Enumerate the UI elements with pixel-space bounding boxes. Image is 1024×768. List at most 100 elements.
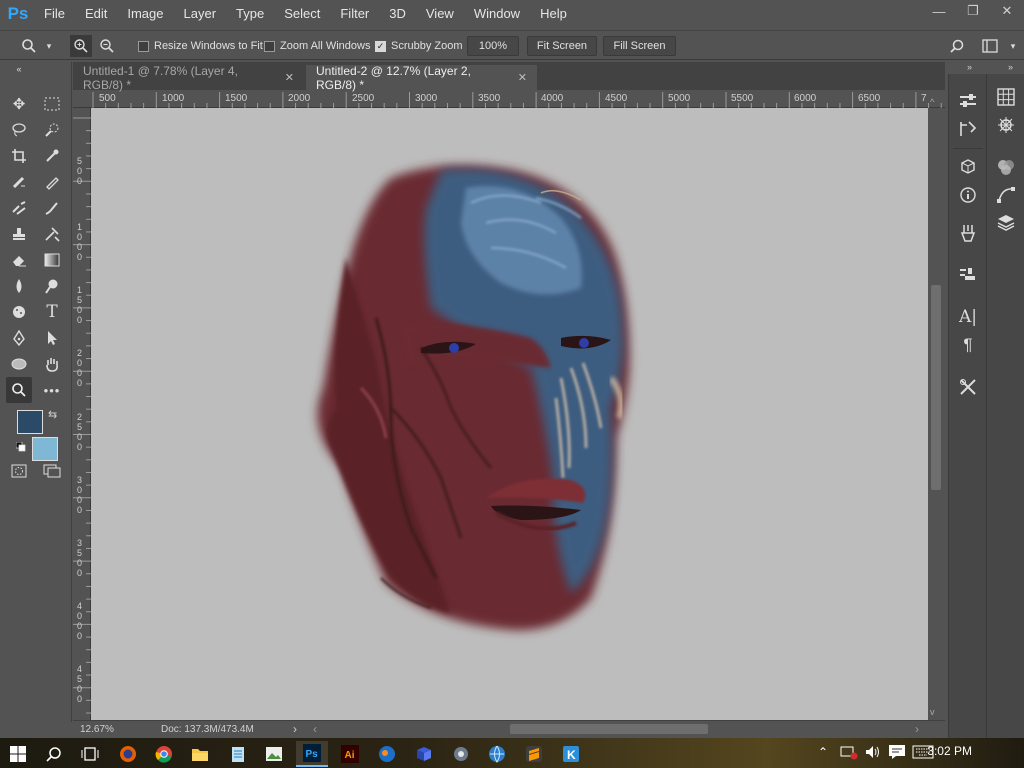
search-icon[interactable] bbox=[38, 741, 70, 767]
chevron-down-icon[interactable]: ▾ bbox=[38, 35, 60, 57]
tab-untitled-1[interactable]: Untitled-1 @ 7.78% (Layer 4, RGB/8) * ✕ bbox=[73, 64, 304, 92]
checkbox-box[interactable] bbox=[138, 40, 149, 52]
file-explorer-icon[interactable] bbox=[184, 741, 216, 767]
zoom-all-checkbox[interactable]: Zoom All Windows bbox=[264, 36, 370, 56]
illustrator-icon[interactable]: Ai bbox=[334, 741, 366, 767]
healing-brush-tool-icon[interactable] bbox=[6, 169, 32, 195]
clone-stamp-tool-icon[interactable] bbox=[6, 195, 32, 221]
info-icon[interactable] bbox=[954, 182, 982, 208]
scroll-left-icon[interactable]: ‹ bbox=[313, 722, 317, 736]
hand-tool-icon[interactable] bbox=[39, 351, 65, 377]
marquee-tool-icon[interactable] bbox=[39, 91, 65, 117]
notepad-icon[interactable] bbox=[222, 741, 254, 767]
history-brush-tool-icon[interactable] bbox=[39, 195, 65, 221]
checkbox-box[interactable] bbox=[264, 40, 275, 52]
scrubby-zoom-checkbox[interactable]: ✓ Scrubby Zoom bbox=[375, 36, 463, 56]
app-icon-k[interactable]: K bbox=[555, 741, 587, 767]
menu-image[interactable]: Image bbox=[117, 0, 173, 28]
menu-view[interactable]: View bbox=[416, 0, 464, 28]
character-icon[interactable]: A| bbox=[954, 304, 982, 330]
image-viewer-icon[interactable] bbox=[258, 741, 290, 767]
ellipse-tool-icon[interactable] bbox=[6, 351, 32, 377]
adjustments-icon[interactable] bbox=[992, 154, 1020, 180]
zoom-tool-icon[interactable] bbox=[6, 377, 32, 403]
paths-icon[interactable] bbox=[992, 182, 1020, 208]
clone-source-icon[interactable] bbox=[954, 262, 982, 288]
lasso-tool-icon[interactable] bbox=[6, 117, 32, 143]
chevron-up-icon[interactable]: ⌃ bbox=[818, 745, 828, 759]
firefox-icon[interactable] bbox=[112, 741, 144, 767]
zoom-value-field[interactable]: 100% bbox=[467, 36, 519, 56]
eraser-tool-icon[interactable] bbox=[6, 247, 32, 273]
windows-start-icon[interactable] bbox=[2, 741, 34, 767]
menu-edit[interactable]: Edit bbox=[75, 0, 117, 28]
app-icon-blue[interactable] bbox=[371, 741, 403, 767]
stamp-tool-icon[interactable] bbox=[6, 221, 32, 247]
eyedropper-tool-icon[interactable] bbox=[39, 143, 65, 169]
3d-icon[interactable] bbox=[954, 154, 982, 180]
zoom-in-icon[interactable] bbox=[70, 35, 92, 57]
volume-icon[interactable] bbox=[864, 744, 882, 763]
menu-file[interactable]: File bbox=[36, 0, 75, 28]
horizontal-scroll-thumb[interactable] bbox=[510, 724, 708, 734]
chevron-down-icon[interactable]: ▾ bbox=[1002, 35, 1024, 57]
checkbox-box[interactable]: ✓ bbox=[375, 40, 386, 52]
fit-screen-button[interactable]: Fit Screen bbox=[527, 36, 597, 56]
chrome-icon[interactable] bbox=[148, 741, 180, 767]
document-canvas[interactable] bbox=[91, 108, 928, 720]
status-menu-arrow-icon[interactable]: › bbox=[293, 722, 297, 736]
task-view-icon[interactable] bbox=[74, 741, 106, 767]
path-selection-tool-icon[interactable] bbox=[39, 325, 65, 351]
quick-selection-tool-icon[interactable] bbox=[39, 117, 65, 143]
tool-presets-icon[interactable] bbox=[954, 220, 982, 246]
screen-mode-icon[interactable] bbox=[39, 458, 65, 484]
fill-screen-button[interactable]: Fill Screen bbox=[603, 36, 676, 56]
vertical-scroll-thumb[interactable] bbox=[931, 285, 941, 490]
close-icon[interactable]: ✕ bbox=[518, 71, 527, 84]
resize-windows-checkbox[interactable]: Resize Windows to Fit bbox=[138, 36, 263, 56]
layers-icon[interactable] bbox=[992, 210, 1020, 236]
network-icon[interactable] bbox=[840, 744, 858, 763]
default-colors-icon[interactable] bbox=[15, 441, 26, 452]
collapse-panel-icon[interactable]: « bbox=[6, 64, 32, 74]
pencil-tool-icon[interactable] bbox=[39, 169, 65, 195]
menu-help[interactable]: Help bbox=[530, 0, 577, 28]
type-tool-icon[interactable]: T bbox=[39, 299, 65, 325]
navigator-icon[interactable] bbox=[992, 112, 1020, 138]
brushes-icon[interactable] bbox=[954, 116, 982, 142]
dodge-tool-icon[interactable] bbox=[39, 273, 65, 299]
close-icon[interactable]: ✕ bbox=[285, 71, 294, 84]
gradient-tool-icon[interactable] bbox=[39, 247, 65, 273]
restore-button[interactable]: ❐ bbox=[956, 0, 990, 22]
zoom-tool-preset-icon[interactable] bbox=[18, 35, 40, 57]
brush-settings-icon[interactable] bbox=[954, 88, 982, 114]
menu-3d[interactable]: 3D bbox=[379, 0, 416, 28]
minimize-button[interactable]: — bbox=[922, 0, 956, 22]
collapse-panel-icon[interactable]: » bbox=[1008, 62, 1013, 72]
search-icon[interactable] bbox=[946, 35, 968, 57]
sublime-text-icon[interactable] bbox=[518, 741, 550, 767]
menu-select[interactable]: Select bbox=[274, 0, 330, 28]
quick-mask-icon[interactable] bbox=[6, 458, 32, 484]
menu-type[interactable]: Type bbox=[226, 0, 274, 28]
tab-untitled-2[interactable]: Untitled-2 @ 12.7% (Layer 2, RGB/8) * ✕ bbox=[306, 64, 537, 92]
app-icon-globe[interactable] bbox=[481, 741, 513, 767]
more-tools-icon[interactable]: ••• bbox=[39, 377, 65, 403]
app-icon-book[interactable] bbox=[408, 741, 440, 767]
swap-colors-icon[interactable]: ⇆ bbox=[48, 408, 57, 421]
art-history-brush-icon[interactable] bbox=[39, 221, 65, 247]
taskbar-clock[interactable]: 3:02 PM bbox=[927, 744, 972, 758]
zoom-level[interactable]: 12.67% bbox=[80, 724, 114, 735]
zoom-out-icon[interactable] bbox=[96, 35, 118, 57]
scroll-right-icon[interactable]: › bbox=[915, 722, 919, 736]
scroll-up-icon[interactable]: ^ bbox=[930, 97, 934, 107]
app-icon-gear[interactable] bbox=[445, 741, 477, 767]
close-button[interactable]: ✕ bbox=[990, 0, 1024, 22]
menu-filter[interactable]: Filter bbox=[330, 0, 379, 28]
move-tool-icon[interactable]: ✥ bbox=[6, 91, 32, 117]
collapse-panel-icon[interactable]: » bbox=[967, 62, 972, 72]
foreground-color-swatch[interactable] bbox=[17, 410, 43, 434]
swatches-icon[interactable] bbox=[992, 84, 1020, 110]
pen-tool-icon[interactable] bbox=[6, 325, 32, 351]
notifications-icon[interactable] bbox=[888, 744, 906, 763]
